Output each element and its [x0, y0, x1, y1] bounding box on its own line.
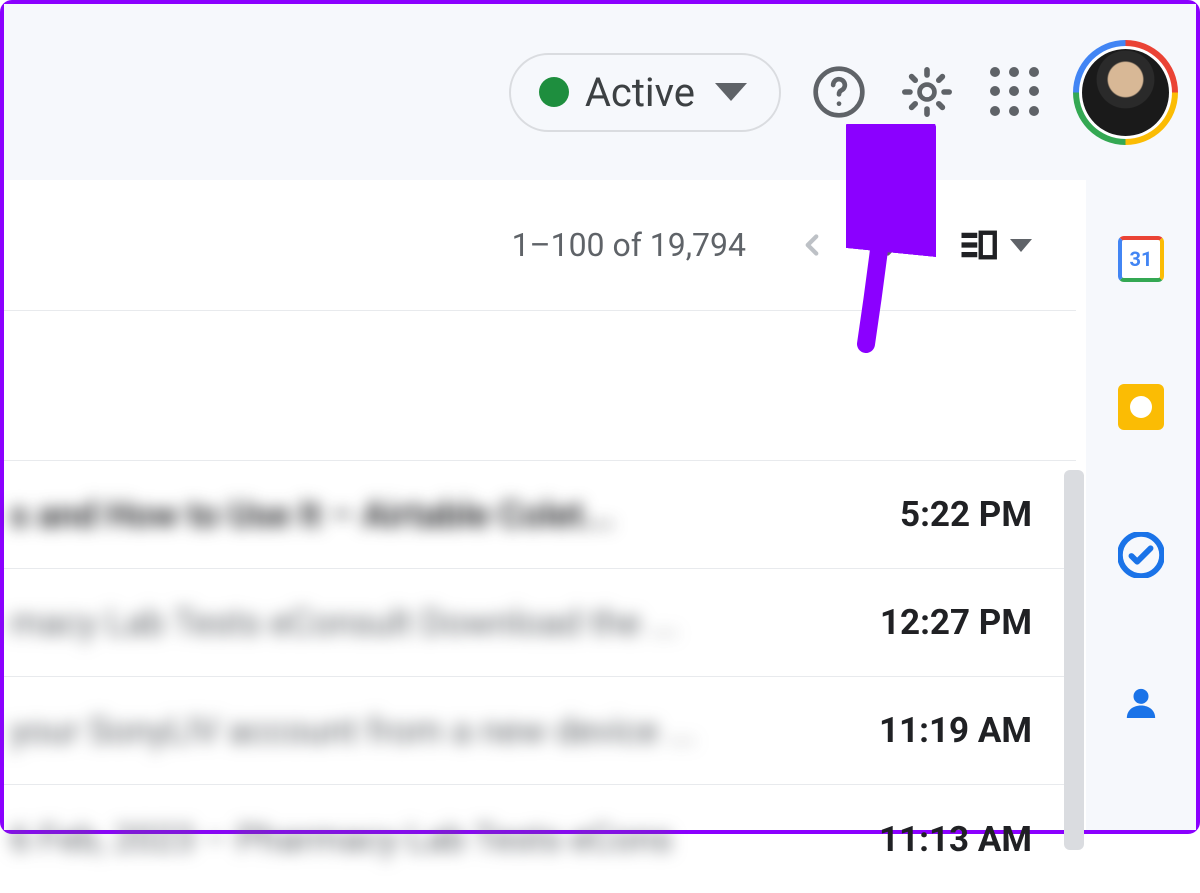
- content-pane: 1–100 of 19,794 s and How to Use It: [4, 180, 1076, 830]
- side-panel: 31: [1086, 180, 1196, 830]
- email-time: 11:19 AM: [855, 710, 1032, 751]
- email-subject: macy Lab Tests eConsult Download the ...: [4, 602, 678, 644]
- header-bar: Active: [4, 4, 1196, 180]
- email-subject: your SonyLIV account from a new device .…: [4, 710, 696, 752]
- email-time: 5:22 PM: [876, 494, 1032, 535]
- help-icon[interactable]: [809, 62, 869, 122]
- calendar-app-icon[interactable]: 31: [1116, 234, 1166, 284]
- prev-page-button[interactable]: [786, 219, 838, 271]
- email-subject: 6 Feb, 2023 – Pharmacy Lab Tests eCons: [4, 818, 672, 860]
- email-list: s and How to Use It – Airtable Colet... …: [4, 310, 1076, 893]
- status-chip[interactable]: Active: [509, 53, 781, 132]
- settings-gear-icon[interactable]: [897, 62, 957, 122]
- email-time: 11:13 AM: [855, 819, 1032, 860]
- scrollbar[interactable]: [1064, 470, 1084, 850]
- split-pane-toggle[interactable]: [958, 224, 1032, 266]
- email-row[interactable]: 6 Feb, 2023 – Pharmacy Lab Tests eCons 1…: [4, 785, 1076, 893]
- contacts-app-icon[interactable]: [1116, 678, 1166, 728]
- status-dot-icon: [539, 77, 569, 107]
- list-toolbar: 1–100 of 19,794: [4, 180, 1076, 310]
- email-subject: s and How to Use It – Airtable Colet...: [4, 494, 614, 536]
- apps-grid-icon[interactable]: [985, 62, 1045, 122]
- email-row[interactable]: s and How to Use It – Airtable Colet... …: [4, 461, 1076, 569]
- chevron-down-icon: [1010, 239, 1032, 252]
- keep-app-icon[interactable]: [1116, 382, 1166, 432]
- email-row[interactable]: macy Lab Tests eConsult Download the ...…: [4, 569, 1076, 677]
- chevron-down-icon: [715, 83, 747, 101]
- tasks-app-icon[interactable]: [1116, 530, 1166, 580]
- status-label: Active: [585, 69, 695, 116]
- list-spacer: [4, 311, 1076, 461]
- page-counter: 1–100 of 19,794: [512, 226, 746, 264]
- next-page-button[interactable]: [866, 219, 918, 271]
- account-avatar[interactable]: [1073, 40, 1178, 145]
- email-row[interactable]: your SonyLIV account from a new device .…: [4, 677, 1076, 785]
- email-time: 12:27 PM: [856, 602, 1032, 643]
- main-area: 1–100 of 19,794 s and How to Use It: [4, 180, 1196, 830]
